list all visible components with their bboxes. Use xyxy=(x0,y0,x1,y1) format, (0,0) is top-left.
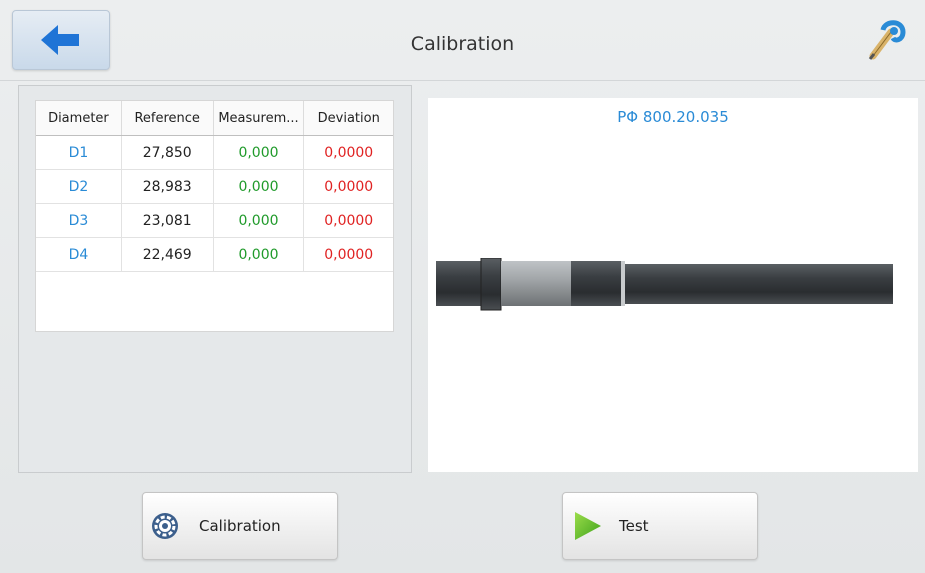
calibration-table: Diameter Reference Measurem... Deviation… xyxy=(35,100,394,332)
play-icon xyxy=(575,512,601,540)
cell-deviation: 0,0000 xyxy=(303,135,393,170)
cell-diameter: D3 xyxy=(36,203,122,238)
cell-measurement: 0,000 xyxy=(213,169,305,204)
table-row[interactable]: D2 28,983 0,000 0,0000 xyxy=(36,169,393,204)
cell-deviation: 0,0000 xyxy=(303,203,393,238)
table-row[interactable]: D4 22,469 0,000 0,0000 xyxy=(36,237,393,272)
column-header-diameter[interactable]: Diameter xyxy=(36,101,122,136)
calibration-button-label: Calibration xyxy=(199,517,281,535)
cell-deviation: 0,0000 xyxy=(303,169,393,204)
cell-diameter: D4 xyxy=(36,237,122,272)
cell-deviation: 0,0000 xyxy=(303,237,393,272)
cell-reference: 23,081 xyxy=(121,203,214,238)
table-row[interactable]: D1 27,850 0,000 0,0000 xyxy=(36,135,393,170)
cell-reference: 28,983 xyxy=(121,169,214,204)
column-header-deviation[interactable]: Deviation xyxy=(303,101,393,136)
pipe-part-image xyxy=(436,258,893,311)
cell-measurement: 0,000 xyxy=(213,135,305,170)
part-preview-panel: РΦ 800.20.035 xyxy=(428,98,918,472)
calibration-button[interactable]: Calibration xyxy=(142,492,338,560)
cell-diameter: D1 xyxy=(36,135,122,170)
cell-measurement: 0,000 xyxy=(213,237,305,272)
cell-reference: 22,469 xyxy=(121,237,214,272)
column-header-reference[interactable]: Reference xyxy=(121,101,214,136)
micrometer-icon[interactable] xyxy=(861,18,907,64)
table-row[interactable]: D3 23,081 0,000 0,0000 xyxy=(36,203,393,238)
header-bar: Calibration xyxy=(0,0,925,81)
page-title: Calibration xyxy=(410,33,515,55)
column-header-measurement[interactable]: Measurem... xyxy=(213,101,305,136)
test-button[interactable]: Test xyxy=(562,492,758,560)
cell-reference: 27,850 xyxy=(121,135,214,170)
cell-diameter: D2 xyxy=(36,169,122,204)
gear-icon xyxy=(152,513,178,539)
app-window: Calibration Diameter Reference Measurem.… xyxy=(0,0,925,573)
cell-measurement: 0,000 xyxy=(213,203,305,238)
part-number-label: РΦ 800.20.035 xyxy=(617,108,729,126)
test-button-label: Test xyxy=(619,517,649,535)
